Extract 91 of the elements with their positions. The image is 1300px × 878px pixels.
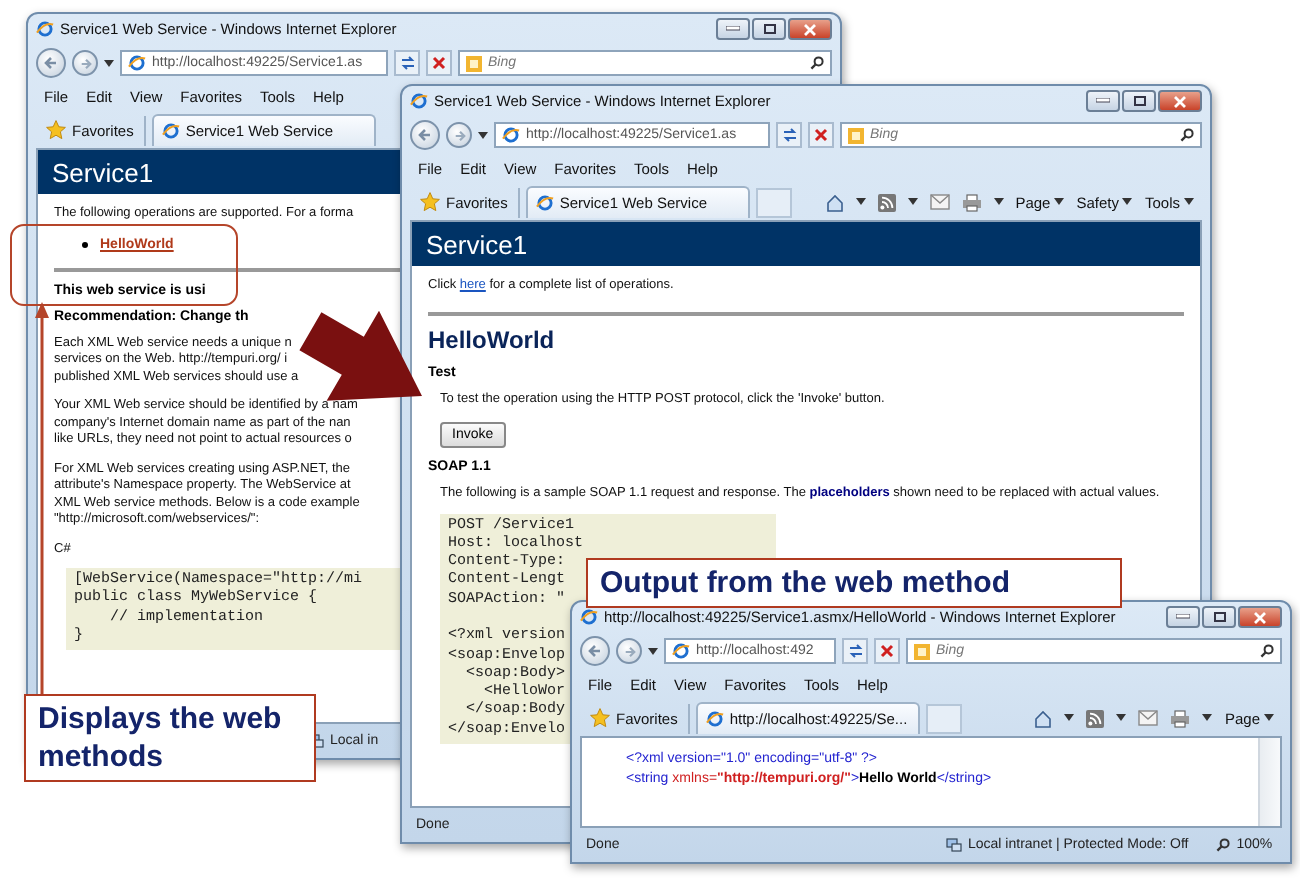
caret-icon <box>1202 714 1213 722</box>
stop-button[interactable] <box>808 122 834 148</box>
refresh-button[interactable] <box>394 50 420 76</box>
close-icon <box>1254 611 1266 623</box>
bullet-icon <box>82 241 88 247</box>
browser-logo-icon <box>580 608 598 626</box>
printer-icon <box>961 193 982 211</box>
forward-button[interactable] <box>616 638 642 664</box>
close-icon <box>804 23 816 35</box>
refresh-button[interactable] <box>776 122 802 148</box>
mail-icon <box>1138 710 1159 726</box>
refresh-button[interactable] <box>842 638 868 664</box>
vertical-scrollbar[interactable] <box>1258 738 1280 826</box>
caret-icon <box>1264 714 1274 722</box>
home-icon <box>1034 709 1053 727</box>
close-button[interactable] <box>1238 606 1282 628</box>
close-icon <box>1174 95 1186 107</box>
minimize-button[interactable] <box>1166 606 1200 628</box>
caret-icon <box>993 198 1004 206</box>
back-button[interactable] <box>580 636 610 666</box>
close-button[interactable] <box>788 18 832 40</box>
maximize-icon <box>763 24 775 34</box>
left-arrow-icon <box>44 56 58 70</box>
refresh-icon <box>847 644 863 658</box>
back-button[interactable] <box>410 120 440 150</box>
caret-icon <box>1122 198 1133 206</box>
caret-icon <box>1184 198 1194 206</box>
browser-logo-icon <box>36 20 54 38</box>
callout-text: Output from the web method <box>586 558 1122 608</box>
forward-button[interactable] <box>446 122 472 148</box>
right-arrow-icon <box>79 57 91 69</box>
stop-icon <box>432 56 446 70</box>
search-icon <box>810 56 824 70</box>
caret-icon <box>1054 198 1065 206</box>
minimize-icon <box>1096 98 1110 104</box>
page-icon <box>705 710 724 728</box>
close-button[interactable] <box>1158 90 1202 112</box>
feed-icon <box>1086 709 1105 727</box>
feed-icon <box>877 193 896 211</box>
stop-icon <box>880 644 894 658</box>
star-icon <box>590 708 610 728</box>
caret-icon <box>104 59 114 67</box>
page-icon <box>672 642 690 660</box>
caret-icon <box>478 131 488 139</box>
home-icon <box>825 193 844 211</box>
right-arrow-icon <box>453 129 465 141</box>
stop-button[interactable] <box>874 638 900 664</box>
maximize-button[interactable] <box>1122 90 1156 112</box>
refresh-icon <box>399 56 415 70</box>
minimize-button[interactable] <box>1086 90 1120 112</box>
star-icon <box>46 120 66 140</box>
stop-button[interactable] <box>426 50 452 76</box>
caret-icon <box>907 198 918 206</box>
star-icon <box>420 192 440 212</box>
page-icon <box>502 126 520 144</box>
pointer-arrow <box>299 310 422 401</box>
caret-icon <box>1064 714 1075 722</box>
caret-icon <box>1116 714 1127 722</box>
search-icon <box>1260 644 1274 658</box>
minimize-icon <box>1176 614 1190 620</box>
operation-heading: HelloWorld <box>428 325 555 353</box>
back-button[interactable] <box>36 48 66 78</box>
maximize-button[interactable] <box>1202 606 1236 628</box>
search-provider-icon <box>848 127 864 143</box>
search-provider-icon <box>914 643 930 659</box>
refresh-icon <box>781 128 797 142</box>
maximize-button[interactable] <box>752 18 786 40</box>
left-arrow-icon <box>588 644 602 658</box>
page-title: Service1 <box>52 157 154 187</box>
magnifier-icon <box>1216 837 1231 851</box>
callout-text: Displays the web methods <box>24 694 316 782</box>
maximize-icon <box>1133 96 1145 106</box>
search-provider-icon <box>466 55 482 71</box>
minimize-button[interactable] <box>716 18 750 40</box>
page-icon <box>128 54 146 72</box>
caret-icon <box>855 198 866 206</box>
printer-icon <box>1170 709 1191 727</box>
page-title: Service1 <box>426 229 528 259</box>
mail-icon <box>929 194 950 210</box>
left-arrow-icon <box>418 128 432 142</box>
network-icon <box>946 837 962 851</box>
page-icon <box>535 194 554 212</box>
search-icon <box>1180 128 1194 142</box>
maximize-icon <box>1213 612 1225 622</box>
right-arrow-icon <box>623 645 635 657</box>
minimize-icon <box>726 26 740 32</box>
forward-button[interactable] <box>72 50 98 76</box>
stop-icon <box>814 128 828 142</box>
page-icon <box>161 122 180 140</box>
caret-icon <box>648 647 658 655</box>
browser-logo-icon <box>410 92 428 110</box>
